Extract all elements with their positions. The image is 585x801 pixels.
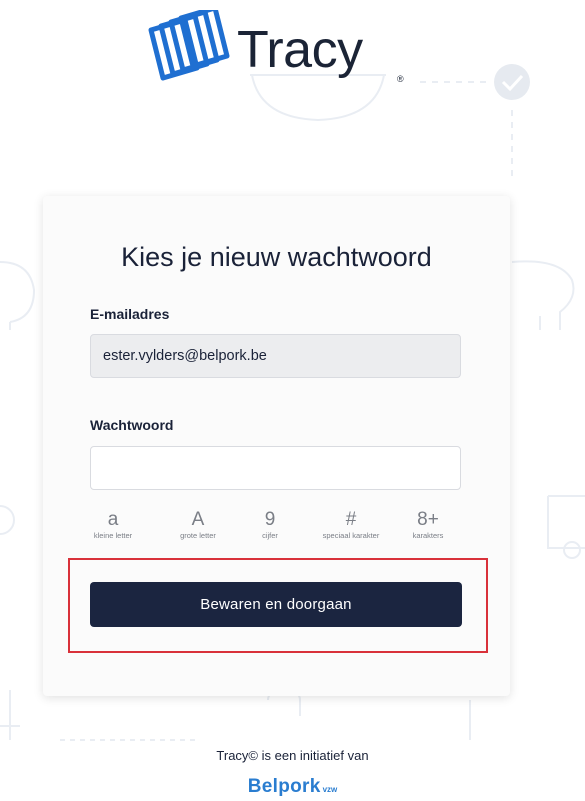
password-field[interactable] — [90, 446, 461, 490]
rule-symbol: 8+ — [417, 509, 439, 530]
rule-caption: grote letter — [180, 531, 216, 540]
rule-uppercase: A grote letter — [168, 509, 228, 541]
belpork-name: Belpork — [247, 776, 321, 797]
page-title: Kies je nieuw wachtwoord — [121, 242, 432, 272]
registered-mark: ® — [397, 74, 404, 84]
password-requirements: a kleine letter A grote letter 9 cijfer … — [90, 509, 461, 549]
rule-caption: cijfer — [262, 531, 278, 540]
rule-digit: 9 cijfer — [250, 509, 290, 541]
rule-lowercase: a kleine letter — [90, 509, 136, 541]
password-card: Kies je nieuw wachtwoord E-mailadres Wac… — [43, 196, 510, 696]
tracy-logo: Tracy ® — [145, 10, 405, 95]
logo-wordmark: Tracy — [237, 21, 363, 79]
belpork-suffix: vzw — [322, 785, 338, 794]
rule-symbol: 9 — [264, 509, 276, 530]
rule-caption: kleine letter — [93, 531, 133, 540]
belpork-logo: Belpork vzw — [0, 776, 585, 798]
rule-symbol: a — [107, 509, 119, 530]
email-label: E-mailadres — [90, 306, 170, 322]
rule-symbol: A — [191, 509, 205, 530]
rule-special: # speciaal karakter — [308, 509, 394, 541]
footer-text: Tracy© is een initiatief van — [216, 748, 369, 763]
email-field[interactable] — [90, 334, 461, 378]
rule-caption: speciaal karakter — [322, 531, 380, 540]
password-label: Wachtwoord — [90, 417, 174, 433]
rule-caption: karakters — [412, 531, 444, 540]
save-and-continue-button[interactable]: Bewaren en doorgaan — [90, 582, 462, 627]
tracy-logo-mark-icon — [148, 10, 230, 81]
rule-symbol: # — [345, 509, 357, 530]
rule-length: 8+ karakters — [402, 509, 454, 541]
